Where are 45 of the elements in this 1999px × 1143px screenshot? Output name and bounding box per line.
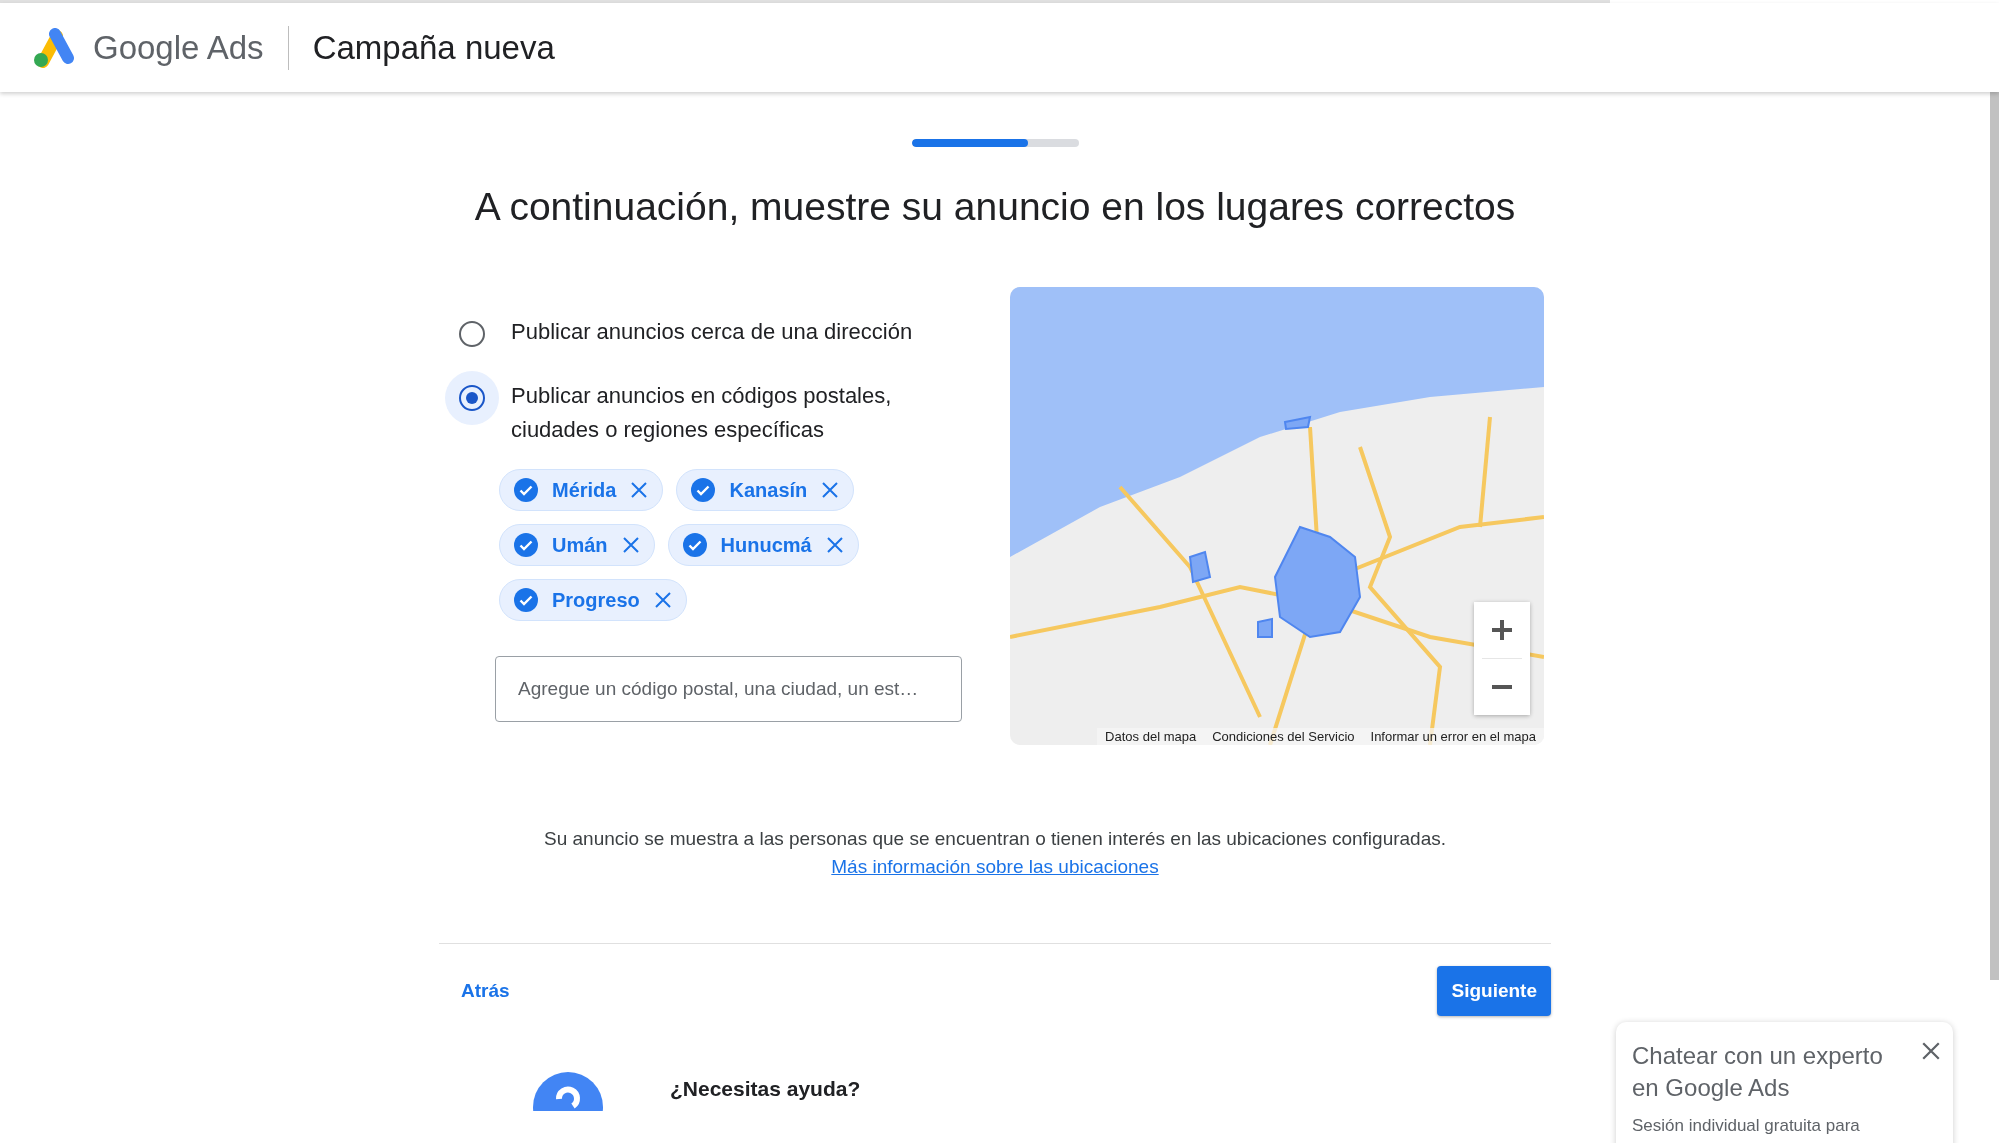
brand-name: Google Ads (93, 28, 264, 67)
location-chip[interactable]: Hunucmá (667, 524, 859, 566)
location-chip[interactable]: Umán (499, 524, 655, 566)
page-title: Campaña nueva (312, 28, 555, 67)
next-button[interactable]: Siguiente (1437, 966, 1551, 1016)
help-icon (533, 1071, 603, 1111)
radio-button[interactable] (459, 321, 485, 347)
close-icon[interactable] (825, 536, 844, 554)
check-circle-icon (514, 588, 538, 612)
logo-icon (33, 27, 77, 68)
zoom-out-button[interactable] (1474, 659, 1530, 715)
zoom-in-button[interactable] (1474, 602, 1530, 658)
location-chip[interactable]: Progreso (499, 579, 687, 621)
chip-label: Kanasín (729, 478, 808, 502)
check-circle-icon (514, 533, 538, 557)
option-label: Publicar anuncios cerca de una dirección (511, 318, 913, 346)
map-link[interactable]: Informar un error en el mapa (1370, 729, 1536, 744)
close-icon[interactable] (653, 591, 672, 609)
chat-title: Chatear con un experto en Google Ads (1632, 1041, 1884, 1103)
location-input[interactable]: Agregue un código postal, una ciudad, un est… (495, 656, 962, 722)
chat-subtitle: Sesión individual gratuita para (1632, 1116, 1861, 1136)
location-chip[interactable]: Mérida (499, 469, 664, 511)
minus-icon (1490, 685, 1514, 689)
chip-label: Mérida (552, 478, 617, 502)
radio-button[interactable] (459, 385, 485, 411)
check-circle-icon (691, 478, 716, 502)
map-link[interactable]: Datos del mapa (1105, 729, 1197, 744)
scrollbar[interactable] (1990, 92, 1999, 980)
info-link[interactable]: Más información sobre las ubicaciones (831, 856, 1159, 877)
chip-label: Hunucmá (720, 533, 812, 557)
map-link[interactable]: Condiciones del Servicio (1212, 729, 1355, 744)
check-circle-icon (682, 533, 707, 557)
plus-icon (1490, 618, 1514, 642)
check-circle-icon (514, 478, 538, 502)
close-icon[interactable] (821, 481, 840, 499)
heading: A continuación, muestre su anuncio en los lugares correctos (474, 185, 1516, 229)
chip-label: Umán (552, 533, 608, 557)
option-label: Publicar anuncios en códigos postales, ciudades o regiones específicas (511, 382, 893, 444)
close-icon[interactable] (630, 481, 649, 499)
chip-label: Progreso (552, 588, 640, 612)
back-link[interactable]: Atrás (461, 980, 510, 1002)
location-chip[interactable]: Kanasín (676, 469, 855, 511)
info-text: Su anuncio se muestra a las personas que se encuentran o tienen interés en las ubicaciones configuradas. Más información sobre las ubicaciones (543, 827, 1447, 879)
close-icon[interactable] (621, 536, 640, 554)
help-title: ¿Necesitas ayuda? (670, 1077, 861, 1101)
